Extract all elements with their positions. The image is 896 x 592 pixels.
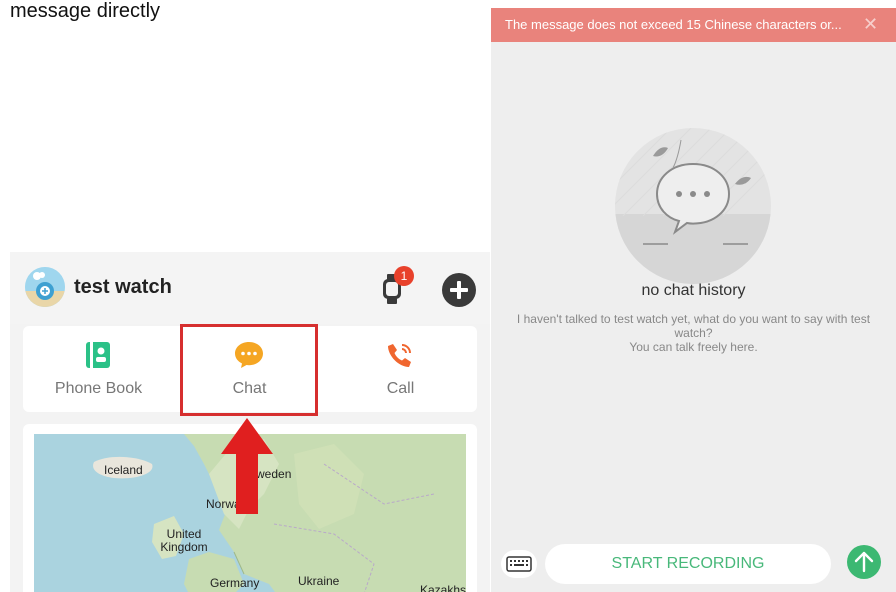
keyboard-icon xyxy=(506,556,532,572)
avatar[interactable] xyxy=(25,267,65,307)
map-label: Kazakhs xyxy=(420,583,466,592)
start-recording-button[interactable]: START RECORDING xyxy=(545,544,831,584)
instruction-text-fragment: message directly xyxy=(10,0,161,22)
phone-book-button[interactable]: Phone Book xyxy=(23,326,174,412)
chat-screen: The message does not exceed 15 Chinese c… xyxy=(491,8,896,592)
call-button[interactable]: Call xyxy=(325,326,476,412)
keyboard-toggle-button[interactable] xyxy=(501,550,537,578)
add-button[interactable] xyxy=(442,273,476,307)
empty-desc-line: You can talk freely here. xyxy=(629,340,758,354)
notification-badge: 1 xyxy=(394,266,414,286)
empty-desc-line: I haven't talked to test watch yet, what… xyxy=(516,312,871,326)
arrow-up-icon xyxy=(854,551,874,573)
notice-banner: The message does not exceed 15 Chinese c… xyxy=(491,8,896,42)
phone-call-icon xyxy=(385,340,415,370)
phone-book-icon xyxy=(83,340,113,370)
map-label: Iceland xyxy=(104,463,143,477)
empty-chat-illustration xyxy=(613,126,773,286)
phone-book-label: Phone Book xyxy=(54,380,143,397)
map-label: United Kingdom xyxy=(160,527,208,554)
red-arrow-pointer xyxy=(221,418,273,514)
map-label: Ukraine xyxy=(298,574,340,588)
call-label: Call xyxy=(386,380,415,397)
empty-desc-line: watch? xyxy=(674,326,713,340)
map-label: Germany xyxy=(210,576,260,590)
device-name[interactable]: test watch xyxy=(74,276,172,299)
close-icon[interactable]: ✕ xyxy=(863,14,878,35)
app-header: test watch 1 xyxy=(10,252,490,324)
empty-state-title: no chat history xyxy=(641,282,746,299)
chat-highlight-box xyxy=(180,324,318,416)
send-button[interactable] xyxy=(847,545,881,579)
notice-text: The message does not exceed 15 Chinese c… xyxy=(505,17,842,32)
empty-state-description: I haven't talked to test watch yet, what… xyxy=(491,312,896,354)
